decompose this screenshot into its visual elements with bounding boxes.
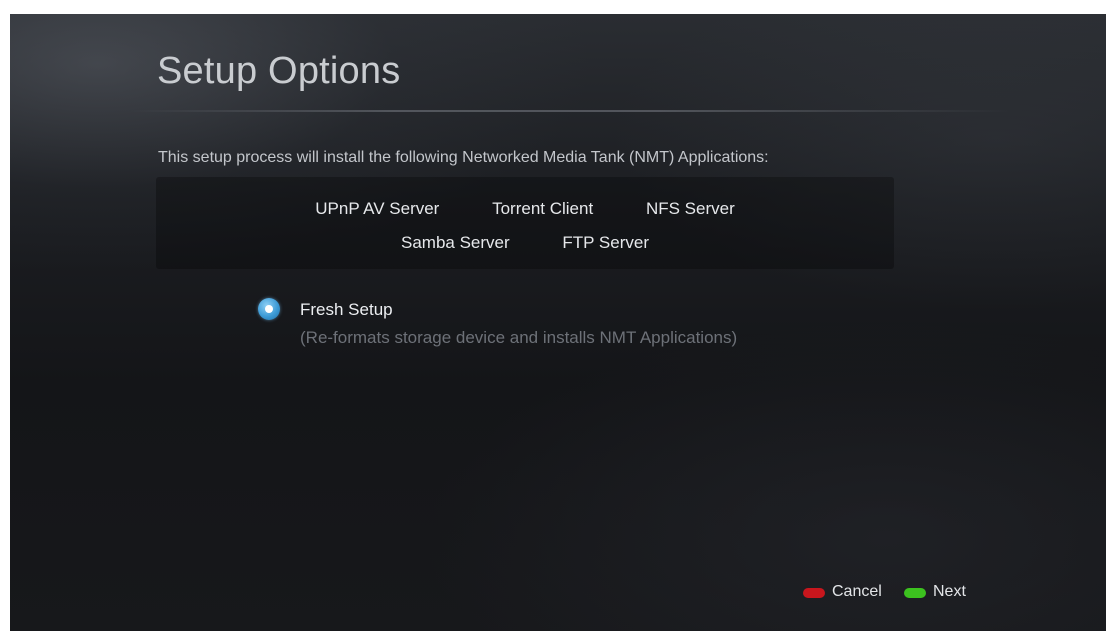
next-label: Next — [933, 583, 966, 600]
fresh-setup-description: (Re-formats storage device and installs … — [300, 328, 738, 347]
next-button[interactable]: Next — [904, 583, 974, 603]
application-item: Samba Server — [401, 233, 510, 252]
fresh-setup-radio[interactable] — [258, 298, 280, 320]
intro-text: This setup process will install the foll… — [158, 149, 769, 166]
applications-row-1: UPnP AV Server Torrent Client NFS Server — [156, 199, 894, 219]
cancel-label: Cancel — [832, 583, 882, 600]
red-key-icon — [803, 588, 825, 598]
green-key-icon — [904, 588, 926, 598]
radio-selected-dot — [265, 305, 273, 313]
cancel-button[interactable]: Cancel — [803, 583, 893, 603]
application-item: NFS Server — [645, 199, 735, 218]
application-item: UPnP AV Server — [315, 199, 440, 218]
application-item: Torrent Client — [492, 199, 594, 218]
title-divider — [130, 110, 1010, 112]
applications-row-2: Samba Server FTP Server — [156, 233, 894, 253]
setup-screen: Setup Options This setup process will in… — [10, 14, 1106, 631]
applications-panel: UPnP AV Server Torrent Client NFS Server… — [156, 177, 894, 269]
fresh-setup-label: Fresh Setup — [300, 300, 393, 319]
page-title: Setup Options — [157, 50, 401, 92]
application-item: FTP Server — [562, 233, 649, 252]
fresh-setup-option[interactable]: Fresh Setup (Re-formats storage device a… — [258, 294, 858, 354]
